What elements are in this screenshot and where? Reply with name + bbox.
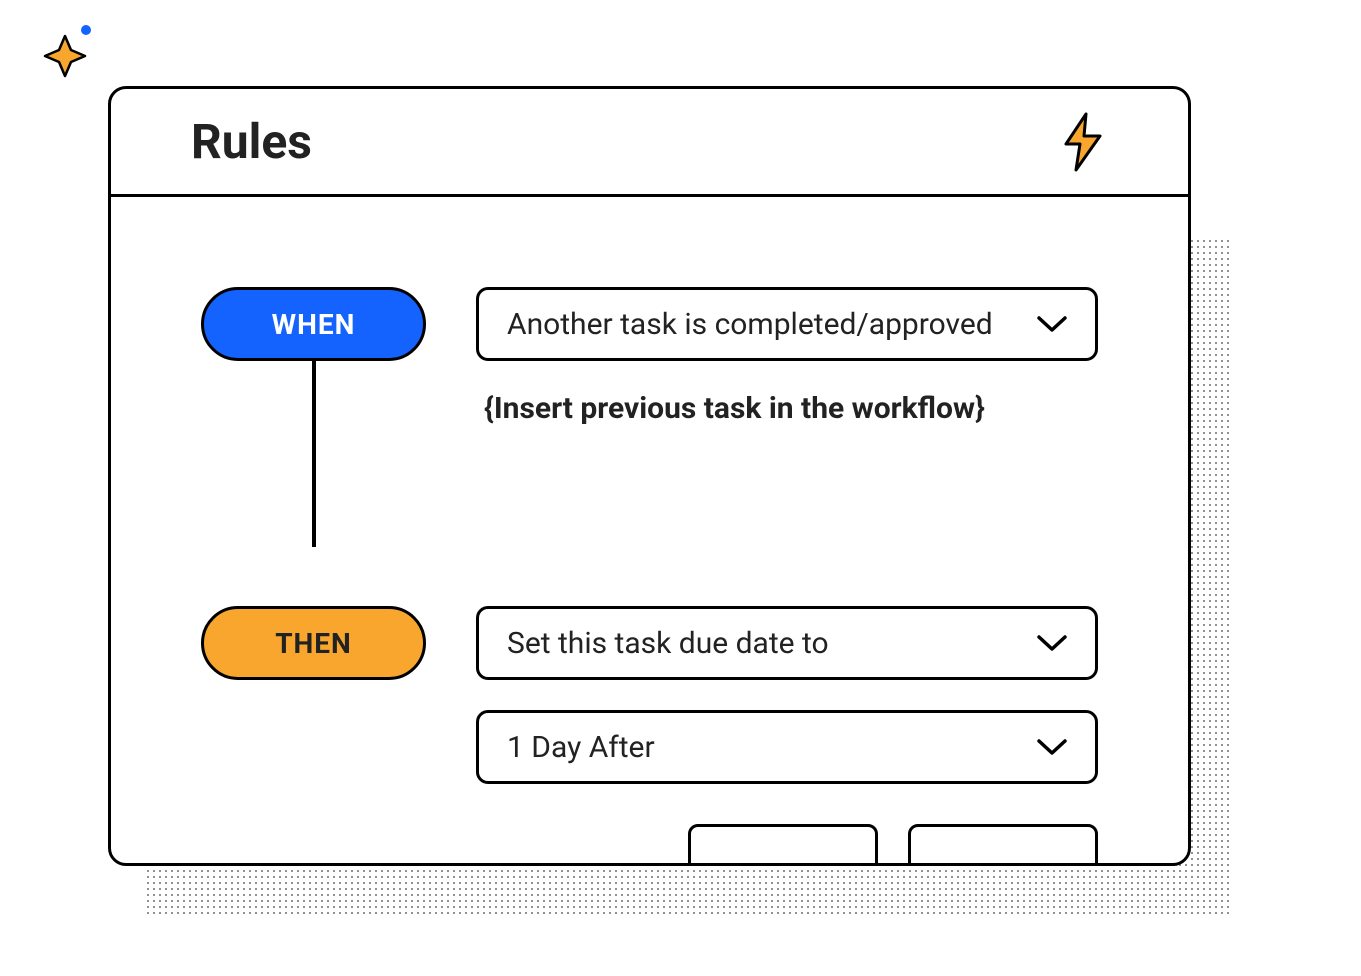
- panel-header: Rules: [111, 89, 1188, 197]
- chevron-down-icon: [1037, 315, 1067, 333]
- then-action-value: Set this task due date to: [507, 626, 829, 661]
- chevron-down-icon: [1037, 738, 1067, 756]
- then-row: THEN Set this task due date to 1 Day Aft…: [201, 606, 1098, 866]
- sparkle-icon: [40, 22, 100, 82]
- then-offset-value: 1 Day After: [507, 730, 655, 765]
- rules-panel: Rules WHEN Another task is completed/app…: [108, 86, 1191, 866]
- when-condition-value: Another task is completed/approved: [507, 307, 993, 342]
- when-pill-label: WHEN: [272, 308, 356, 341]
- panel-body: WHEN Another task is completed/approved …: [111, 197, 1188, 863]
- when-pill: WHEN: [201, 287, 426, 361]
- then-offset-dropdown[interactable]: 1 Day After: [476, 710, 1098, 784]
- action-button-1[interactable]: [688, 824, 878, 866]
- action-button-2[interactable]: [908, 824, 1098, 866]
- when-content: Another task is completed/approved {Inse…: [476, 287, 1098, 426]
- then-pill-label: THEN: [275, 627, 352, 660]
- chevron-down-icon: [1037, 634, 1067, 652]
- panel-title: Rules: [191, 113, 312, 170]
- button-row: [476, 824, 1098, 866]
- when-condition-dropdown[interactable]: Another task is completed/approved: [476, 287, 1098, 361]
- then-action-dropdown[interactable]: Set this task due date to: [476, 606, 1098, 680]
- then-pill: THEN: [201, 606, 426, 680]
- when-placeholder-text: {Insert previous task in the workflow}: [476, 391, 1098, 426]
- then-content: Set this task due date to 1 Day After: [476, 606, 1098, 866]
- lightning-icon: [1058, 112, 1108, 172]
- when-row: WHEN Another task is completed/approved …: [201, 287, 1098, 426]
